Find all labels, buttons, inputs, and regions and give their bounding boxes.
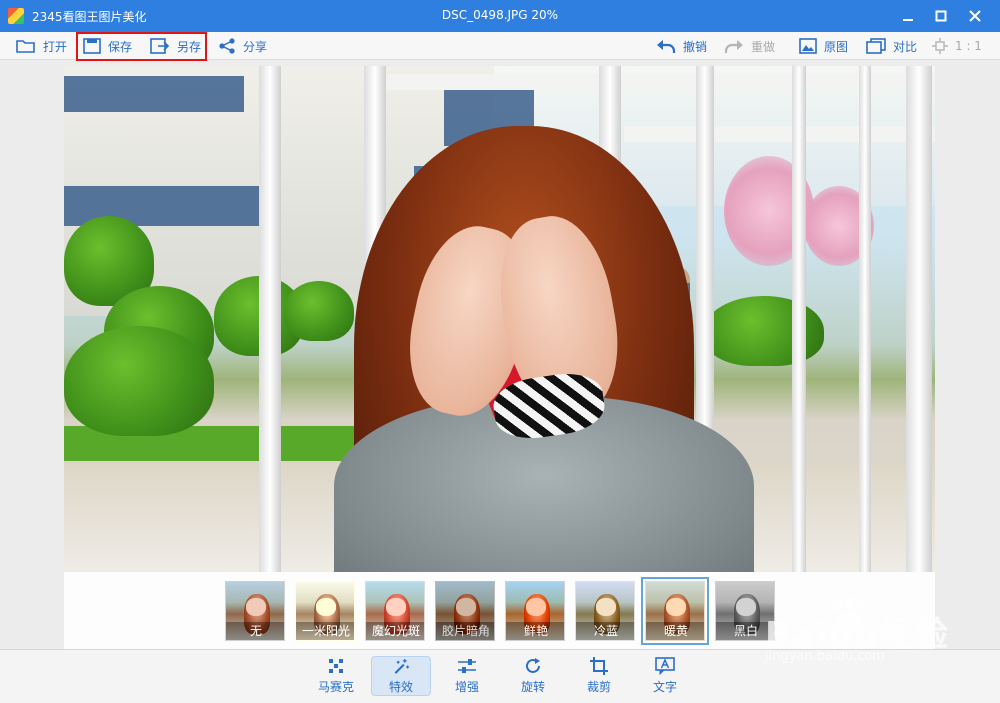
original-image-button[interactable]: 原图 [799, 36, 848, 56]
baidu-jingyan-watermark: Baidu经验 jingyan.baidu.com [765, 595, 965, 664]
photo-beam [364, 74, 935, 90]
sliders-icon [458, 659, 476, 673]
magic-wand-icon [394, 658, 410, 674]
filter-thumb-none[interactable]: 无 [225, 581, 285, 641]
compare-icon [866, 38, 886, 54]
thumb-preview-hand [456, 598, 476, 616]
folder-open-icon [16, 40, 35, 53]
filter-label: 胶片暗角 [436, 622, 494, 640]
filter-thumb-film-vignette[interactable]: 胶片暗角 [435, 581, 495, 641]
image-icon [799, 38, 817, 54]
save-buttons-highlight [76, 32, 207, 61]
compare-label: 对比 [893, 39, 918, 54]
actual-size-button[interactable]: 1 : 1 [932, 36, 982, 56]
photo-shrub [284, 281, 354, 341]
thumb-preview-hand [526, 598, 546, 616]
thumb-preview-hand [736, 598, 756, 616]
mosaic-label: 马赛克 [317, 680, 354, 694]
filter-thumb-vivid[interactable]: 鲜艳 [505, 581, 565, 641]
close-icon [969, 10, 981, 22]
actual-size-icon [932, 38, 948, 54]
crop-icon [590, 657, 608, 675]
minimize-button[interactable] [895, 4, 921, 28]
redo-icon [724, 40, 743, 53]
thumb-preview-hand [386, 598, 406, 616]
filter-label: 一米阳光 [296, 622, 354, 640]
filter-thumb-sunshine[interactable]: 一米阳光 [295, 581, 355, 641]
photo-pillar [906, 66, 932, 572]
filter-thumb-cool-blue[interactable]: 冷蓝 [575, 581, 635, 641]
crop-label: 裁剪 [586, 680, 611, 694]
minimize-icon [903, 19, 913, 21]
effects-tool[interactable]: 特效 [371, 656, 431, 696]
share-label: 分享 [243, 39, 268, 54]
open-button[interactable]: 打开 [16, 36, 67, 56]
undo-button[interactable]: 撤销 [656, 36, 707, 56]
file-title: DSC_0498.JPG 20% [441, 8, 559, 22]
undo-icon [657, 40, 676, 53]
filter-label: 无 [226, 622, 284, 640]
photo-pillar [259, 66, 281, 572]
text-label: 文字 [652, 680, 677, 694]
title-bar: 2345看图王图片美化 DSC_0498.JPG 20% [0, 0, 1000, 32]
photo-window [64, 76, 244, 112]
actual-size-label: 1 : 1 [955, 39, 982, 53]
maximize-icon [935, 10, 947, 22]
photo-beam [624, 126, 935, 142]
thumb-preview-hand [246, 598, 266, 616]
rotate-icon [526, 658, 540, 673]
text-icon [655, 657, 675, 675]
photo-pillar [859, 66, 871, 572]
photo-shrub [704, 296, 824, 366]
text-tool[interactable]: 文字 [635, 656, 695, 696]
effects-label: 特效 [388, 680, 413, 694]
enhance-tool[interactable]: 增强 [437, 656, 497, 696]
photo-pillar [792, 66, 806, 572]
filter-thumb-magic-bokeh[interactable]: 魔幻光斑 [365, 581, 425, 641]
filter-label: 鲜艳 [506, 622, 564, 640]
maximize-button[interactable] [928, 4, 954, 28]
undo-label: 撤销 [683, 39, 708, 54]
rotate-tool[interactable]: 旋转 [503, 656, 563, 696]
mosaic-icon [329, 659, 343, 673]
redo-button[interactable]: 重做 [724, 36, 775, 56]
close-button[interactable] [962, 4, 988, 28]
filter-label: 暖黄 [646, 622, 704, 640]
share-icon [219, 38, 235, 54]
mosaic-tool[interactable]: 马赛克 [306, 656, 366, 696]
watermark-url: jingyan.baidu.com [765, 649, 885, 664]
filter-thumb-warm-yellow[interactable]: 暖黄 [641, 577, 709, 645]
filter-label: 冷蓝 [576, 622, 634, 640]
rotate-label: 旋转 [520, 680, 545, 694]
open-label: 打开 [43, 39, 68, 54]
thumb-preview-hand [316, 598, 336, 616]
share-button[interactable]: 分享 [218, 36, 267, 56]
photo-shrub [64, 326, 214, 436]
thumb-preview-hand [596, 598, 616, 616]
compare-button[interactable]: 对比 [866, 36, 917, 56]
redo-label: 重做 [751, 39, 776, 54]
thumb-preview-hand [666, 598, 686, 616]
crop-tool[interactable]: 裁剪 [569, 656, 629, 696]
filter-label: 魔幻光斑 [366, 622, 424, 640]
photo-canvas[interactable] [64, 66, 935, 572]
original-image-label: 原图 [824, 39, 849, 54]
enhance-label: 增强 [454, 680, 479, 694]
